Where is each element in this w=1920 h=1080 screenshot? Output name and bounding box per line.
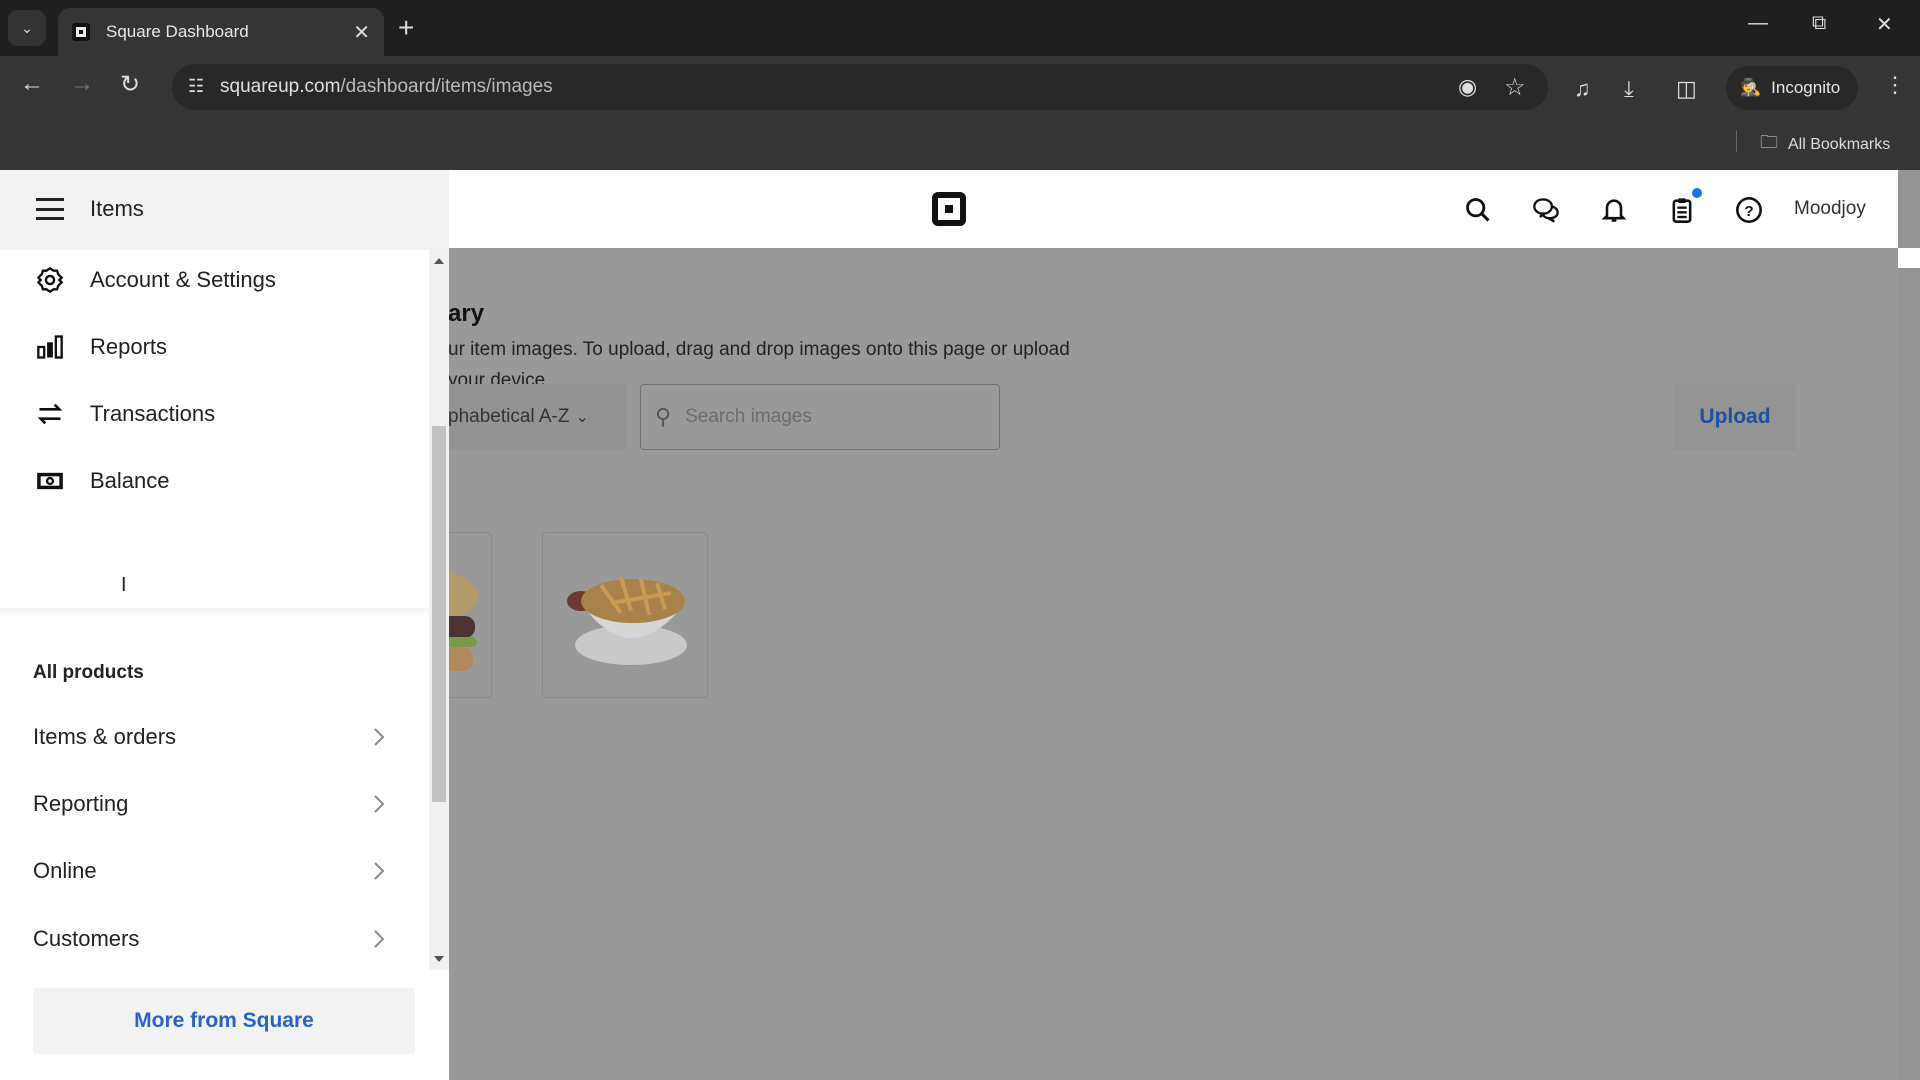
product-label: Customers bbox=[33, 926, 140, 951]
media-controls-icon[interactable]: ♫ bbox=[1574, 76, 1591, 102]
chevron-down-icon: ⌄ bbox=[575, 409, 589, 426]
side-panel-icon[interactable]: ◫ bbox=[1676, 76, 1697, 102]
page-scrollbar-thumb[interactable] bbox=[1898, 248, 1920, 268]
sidebar-item-label: Transactions bbox=[90, 401, 216, 426]
gear-icon bbox=[36, 266, 64, 294]
hamburger-menu-icon[interactable] bbox=[36, 198, 64, 220]
banknote-icon bbox=[37, 472, 63, 490]
sidebar-divider bbox=[0, 608, 429, 618]
search-icon[interactable] bbox=[1464, 196, 1492, 224]
page-title: ary bbox=[448, 300, 485, 327]
bookmark-star-icon[interactable]: ☆ bbox=[1504, 73, 1526, 102]
upload-button[interactable]: Upload bbox=[1674, 384, 1796, 450]
sidebar-item-reports[interactable]: Reports bbox=[0, 319, 429, 375]
user-name[interactable]: Moodjoy bbox=[1794, 198, 1866, 220]
svg-text:?: ? bbox=[1744, 203, 1753, 220]
sidebar-scrollbar[interactable] bbox=[429, 250, 449, 970]
messages-icon[interactable] bbox=[1532, 196, 1560, 224]
sidebar-scroll-area: Account & Settings Reports Transactions … bbox=[0, 250, 429, 970]
url-text[interactable]: squareup.com/dashboard/items/images bbox=[220, 76, 553, 98]
scroll-up-arrow-icon[interactable] bbox=[434, 258, 444, 264]
scroll-down-arrow-icon[interactable] bbox=[434, 956, 444, 962]
bell-icon[interactable] bbox=[1600, 196, 1628, 224]
text-cursor-icon: I bbox=[121, 574, 127, 596]
minimize-icon[interactable]: — bbox=[1748, 12, 1768, 35]
product-label: Reporting bbox=[33, 791, 129, 816]
sort-value: phabetical A-Z bbox=[448, 406, 570, 427]
square-favicon-icon bbox=[72, 23, 90, 41]
restore-icon[interactable]: ⧉ bbox=[1812, 12, 1826, 35]
chevron-right-icon bbox=[374, 795, 385, 813]
eye-off-icon[interactable]: ◉ bbox=[1458, 74, 1477, 100]
browser-menu-icon[interactable]: ⋮ bbox=[1884, 72, 1906, 98]
back-icon[interactable]: ← bbox=[20, 70, 44, 98]
incognito-label: Incognito bbox=[1771, 78, 1841, 97]
sidebar-product-customers[interactable]: Customers bbox=[0, 912, 429, 968]
sidebar-item-label: Balance bbox=[90, 468, 170, 493]
transfer-arrows-icon bbox=[37, 403, 63, 425]
bar-chart-icon bbox=[37, 335, 63, 359]
sidebar-item-account-settings[interactable]: Account & Settings bbox=[0, 252, 429, 308]
folder-icon: 🗀 bbox=[1760, 132, 1778, 152]
notification-dot bbox=[1692, 188, 1702, 198]
sidebar-item-balance[interactable]: Balance bbox=[0, 453, 429, 509]
fries-illustration bbox=[567, 576, 687, 665]
search-images-input[interactable] bbox=[685, 406, 946, 428]
search-images-field[interactable]: ⚲ bbox=[640, 384, 1000, 450]
sidebar-product-online[interactable]: Online bbox=[0, 844, 429, 900]
sort-dropdown[interactable]: phabetical A-Z ⌄ bbox=[420, 384, 626, 450]
sidebar-item-label: Account & Settings bbox=[90, 267, 276, 292]
incognito-badge[interactable]: 🕵 Incognito bbox=[1726, 66, 1858, 110]
site-info-icon[interactable]: ☷ bbox=[188, 76, 204, 97]
sidebar-scrollbar-thumb[interactable] bbox=[432, 426, 446, 802]
reload-icon[interactable]: ↻ bbox=[120, 70, 140, 99]
square-logo-icon[interactable] bbox=[932, 192, 966, 226]
sidebar-item-label: Reports bbox=[90, 334, 168, 359]
bookmarks-divider bbox=[1736, 130, 1737, 152]
page-viewport: ? Moodjoy ary ur item images. To upload,… bbox=[0, 170, 1920, 1080]
forward-icon[interactable]: → bbox=[70, 70, 94, 98]
clipboard-icon[interactable] bbox=[1668, 196, 1696, 224]
chevron-right-icon bbox=[374, 930, 385, 948]
sidebar-title: Items bbox=[90, 196, 144, 221]
fries-image[interactable] bbox=[542, 532, 708, 698]
download-icon[interactable]: ⤓ bbox=[1624, 76, 1634, 102]
sidebar-item-transactions[interactable]: Transactions bbox=[0, 386, 429, 442]
product-label: Items & orders bbox=[33, 724, 177, 749]
address-bar[interactable]: ☷ squareup.com/dashboard/items/images ◉ … bbox=[172, 64, 1548, 110]
sidebar: Items Account & Settings Reports Transac… bbox=[0, 170, 449, 1080]
chevron-right-icon bbox=[374, 862, 385, 880]
search-icon: ⚲ bbox=[655, 404, 672, 429]
close-tab-icon[interactable]: ✕ bbox=[353, 20, 370, 45]
bookmarks-bar bbox=[0, 114, 1920, 170]
all-bookmarks-label: All Bookmarks bbox=[1788, 136, 1891, 153]
help-icon[interactable]: ? bbox=[1735, 196, 1763, 224]
product-label: Online bbox=[33, 858, 97, 883]
page-scrollbar[interactable] bbox=[1898, 170, 1920, 1080]
all-bookmarks-button[interactable]: 🗀 All Bookmarks bbox=[1760, 130, 1890, 160]
sidebar-product-reporting[interactable]: Reporting bbox=[0, 777, 429, 833]
close-window-icon[interactable]: ✕ bbox=[1876, 12, 1893, 37]
new-tab-button[interactable]: + bbox=[398, 12, 414, 44]
sidebar-header: Items bbox=[0, 170, 449, 250]
incognito-icon: 🕵 bbox=[1740, 78, 1762, 97]
sidebar-product-items-orders[interactable]: Items & orders bbox=[0, 710, 429, 766]
tab-search-button[interactable]: ⌄ bbox=[8, 10, 46, 46]
tab-title: Square Dashboard bbox=[106, 22, 249, 41]
chevron-down-icon: ⌄ bbox=[21, 19, 33, 36]
chevron-right-icon bbox=[374, 728, 385, 746]
browser-tab[interactable]: Square Dashboard ✕ bbox=[58, 8, 384, 56]
all-products-heading: All products bbox=[33, 662, 144, 683]
more-from-square-button[interactable]: More from Square bbox=[33, 988, 415, 1054]
